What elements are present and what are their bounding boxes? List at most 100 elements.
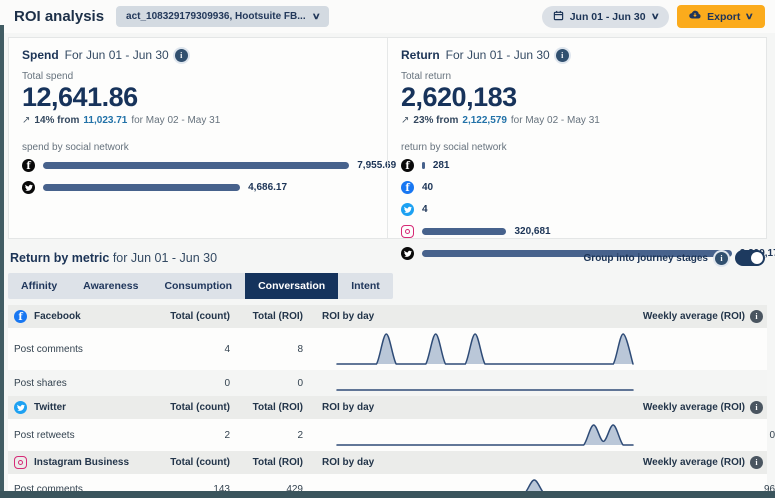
facebook-icon: f [22,159,35,172]
info-icon[interactable]: i [750,456,763,469]
table-row: Post comments481.8 [8,328,767,370]
spend-bar-row: f7,955.69 [22,159,374,172]
tab-intent[interactable]: Intent [338,273,393,299]
calendar-icon [553,10,564,24]
chevron-down-icon: ∨ [745,12,754,21]
column-total-roi: Total (ROI) [230,311,303,322]
column-weekly-average: Weekly average (ROI) i [607,401,767,414]
chevron-down-icon: ∨ [650,12,659,21]
group-name-label: Instagram Business [34,457,129,468]
export-label: Export [707,11,740,23]
tab-conversation[interactable]: Conversation [245,273,338,299]
weekly-average-label: Weekly average (ROI) [643,457,745,468]
column-total-count: Total (count) [158,457,230,468]
roi-by-day-sparkline [303,421,635,450]
return-by-metric-title: Return by metric for Jun 01 - Jun 30 [10,251,217,265]
previous-value-link[interactable]: 11,023.71 [83,115,127,126]
summary-cards: Spend For Jun 01 - Jun 30 i Total spend … [8,37,767,239]
table-group-header: Instagram Business Total (count)Total (RO… [8,451,767,474]
weekly-average-value: 0 [635,378,775,389]
column-roi-by-day: ROI by day [303,311,607,322]
column-total-roi: Total (ROI) [230,402,303,413]
bar-value: 40 [422,182,433,193]
total-spend-value: 12,641.86 [22,82,374,113]
total-roi-value: 2 [230,430,303,441]
group-name-label: Facebook [34,311,81,322]
info-icon[interactable]: i [715,252,728,265]
twitter-icon [401,247,414,260]
table-row: Post retweets220.45 [8,419,767,451]
trend-period: for May 02 - May 31 [511,115,600,126]
facebook-icon: f [401,159,414,172]
spend-panel: Spend For Jun 01 - Jun 30 i Total spend … [9,38,387,238]
weekly-average-label: Weekly average (ROI) [643,311,745,322]
account-dropdown-label: act_108329179309936, Hootsuite FB... [126,11,306,22]
column-weekly-average: Weekly average (ROI) i [607,456,767,469]
roi-by-day-sparkline [303,372,635,395]
return-bars-label: return by social network [401,142,753,153]
info-icon[interactable]: i [750,310,763,323]
total-spend-label: Total spend [22,71,374,82]
return-bar [422,228,506,235]
window-edge-left [0,25,4,498]
export-button[interactable]: Export ∨ [677,5,765,28]
return-network-bars: f281f404320,6812,299,177 [401,159,753,260]
total-roi-value: 0 [230,378,303,389]
network-group-name: f Facebook [8,310,158,323]
spend-trend: ↗ 14% from 11,023.71 for May 02 - May 31 [22,115,374,126]
spend-network-bars: f7,955.69 4,686.17 [22,159,374,194]
trend-percent: 23% from [413,115,458,126]
twitter-icon [22,181,35,194]
return-by-metric-header: Return by metric for Jun 01 - Jun 30 Gro… [10,250,765,266]
date-range-picker[interactable]: Jun 01 - Jun 30 ∨ [542,6,669,28]
page-title: ROI analysis [14,8,104,25]
metric-label: Post comments [8,344,158,355]
instagram-icon [401,225,414,238]
return-trend: ↗ 23% from 2,122,579 for May 02 - May 31 [401,115,753,126]
facebook-icon: f [14,310,27,323]
column-weekly-average: Weekly average (ROI) i [607,310,767,323]
twitter-icon [14,401,27,414]
spend-bar-row: 4,686.17 [22,181,374,194]
date-range-label: Jun 01 - Jun 30 [570,11,646,23]
trend-percent: 14% from [34,115,79,126]
weekly-average-value: 0.45 [635,430,775,441]
total-count-value: 4 [158,344,230,355]
tab-affinity[interactable]: Affinity [8,273,70,299]
bar-value: 4 [422,204,428,215]
facebook-icon: f [401,181,414,194]
tab-consumption[interactable]: Consumption [151,273,245,299]
table-row: Post shares000 [8,370,767,396]
weekly-average-value: 1.8 [635,344,775,355]
info-icon[interactable]: i [556,49,569,62]
spend-title: Spend For Jun 01 - Jun 30 i [22,48,374,62]
metric-label: Post retweets [8,430,158,441]
return-by-metric-table: fFacebookTotal (count)Total (ROI)ROI by … [8,305,767,498]
network-group-name: Twitter [8,401,158,414]
column-total-roi: Total (ROI) [230,457,303,468]
roi-by-day-sparkline [303,330,635,369]
weekly-average-label: Weekly average (ROI) [643,402,745,413]
group-name-label: Twitter [34,402,66,413]
bar-value: 4,686.17 [248,182,287,193]
bar-value: 320,681 [514,226,550,237]
spend-bar [43,184,240,191]
account-dropdown[interactable]: act_108329179309936, Hootsuite FB... ∨ [116,6,329,27]
journey-stages-toggle[interactable] [735,250,765,266]
tab-awareness[interactable]: Awareness [70,273,151,299]
return-bar [422,162,425,169]
return-bar-row: 4 [401,203,753,216]
return-bar-row: f 40 [401,181,753,194]
column-total-count: Total (count) [158,402,230,413]
column-roi-by-day: ROI by day [303,402,607,413]
twitter-icon [401,203,414,216]
table-group-header: Twitter Total (count)Total (ROI)ROI by da… [8,396,767,419]
previous-value-link[interactable]: 2,122,579 [462,115,507,126]
info-icon[interactable]: i [750,401,763,414]
trend-up-icon: ↗ [401,115,409,126]
top-bar: ROI analysis act_108329179309936, Hootsu… [0,0,775,33]
return-bar-row: f281 [401,159,753,172]
total-return-value: 2,620,183 [401,82,753,113]
info-icon[interactable]: i [175,49,188,62]
trend-period: for May 02 - May 31 [131,115,220,126]
